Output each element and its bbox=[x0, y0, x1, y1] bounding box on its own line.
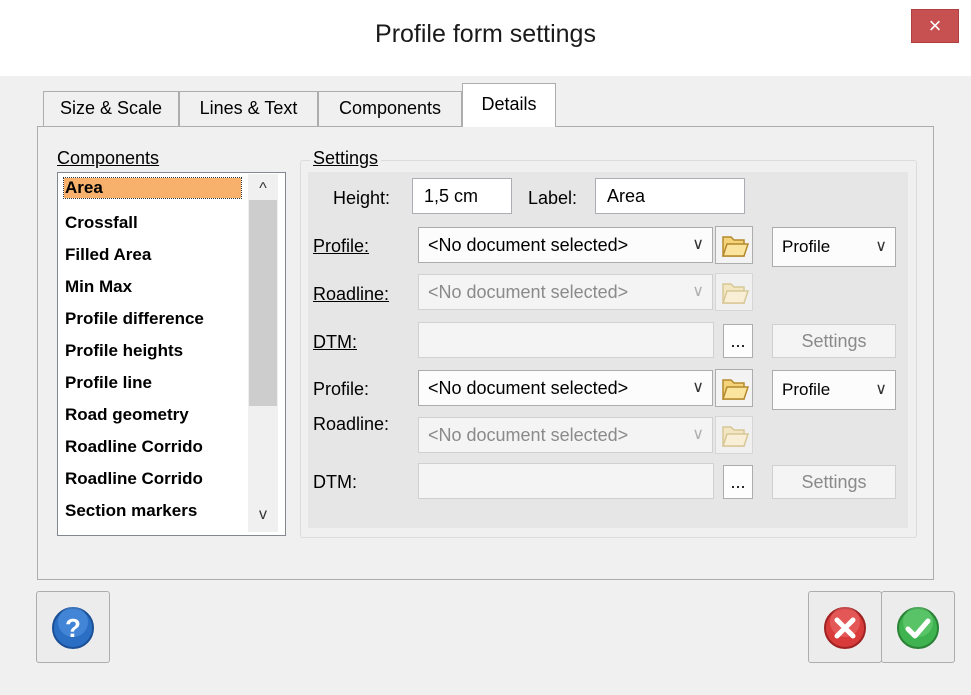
close-button[interactable]: × bbox=[911, 9, 959, 43]
dialog-window: Profile form settings × Size & Scale Lin… bbox=[0, 0, 971, 695]
profile-type-value: Profile bbox=[782, 380, 831, 399]
height-input[interactable]: 1,5 cm bbox=[412, 178, 512, 214]
roadline-label: Roadline: bbox=[313, 284, 389, 305]
scroll-up-icon[interactable]: ^ bbox=[250, 176, 276, 202]
dtm-input[interactable] bbox=[418, 322, 714, 358]
ok-button[interactable] bbox=[881, 591, 955, 663]
dtm-input-2[interactable] bbox=[418, 463, 714, 499]
list-item[interactable]: Profile heights bbox=[65, 341, 183, 361]
chevron-down-icon: ∨ bbox=[875, 238, 887, 255]
chevron-down-icon: ∨ bbox=[875, 381, 887, 398]
tab-size-scale[interactable]: Size & Scale bbox=[43, 91, 179, 126]
profile-browse-button-2[interactable] bbox=[715, 369, 753, 407]
dtm-browse-button-2[interactable]: ... bbox=[723, 465, 753, 499]
dtm-label-text: DTM: bbox=[313, 332, 357, 352]
list-item[interactable]: Road geometry bbox=[65, 405, 189, 425]
components-label: Components bbox=[57, 148, 160, 168]
tab-components[interactable]: Components bbox=[318, 91, 462, 126]
profile-label-text: Profile: bbox=[313, 236, 370, 256]
roadline-label-text: Roadline: bbox=[313, 284, 390, 304]
roadline-select-value: <No document selected> bbox=[428, 282, 629, 302]
chevron-down-icon: ∨ bbox=[692, 236, 704, 253]
chevron-down-icon: ∨ bbox=[692, 283, 704, 300]
profile-type-select-2[interactable]: Profile ∨ bbox=[772, 370, 896, 410]
list-item[interactable]: Roadline Corrido bbox=[65, 437, 203, 457]
list-item[interactable]: Area bbox=[63, 177, 242, 199]
roadline-select-value: <No document selected> bbox=[428, 425, 629, 445]
chevron-down-icon: ∨ bbox=[692, 426, 704, 443]
folder-icon bbox=[721, 283, 750, 304]
roadline-label-2: Roadline: bbox=[313, 414, 390, 434]
roadline-select[interactable]: <No document selected> ∨ bbox=[418, 274, 713, 310]
list-item[interactable]: Profile difference bbox=[65, 309, 204, 329]
window-title: Profile form settings bbox=[375, 20, 596, 48]
list-item[interactable]: Crossfall bbox=[65, 213, 138, 233]
dtm-label-2: DTM: bbox=[313, 472, 357, 492]
svg-text:?: ? bbox=[65, 613, 81, 643]
profile-label: Profile: bbox=[313, 236, 369, 257]
tab-lines-text[interactable]: Lines & Text bbox=[179, 91, 318, 126]
list-item[interactable]: Section markers bbox=[65, 501, 197, 521]
dtm-settings-button[interactable]: Settings bbox=[772, 324, 896, 358]
profile-select[interactable]: <No document selected> ∨ bbox=[418, 227, 713, 263]
ok-icon bbox=[897, 607, 939, 649]
cancel-button[interactable] bbox=[808, 591, 882, 663]
profile-select-value: <No document selected> bbox=[428, 378, 629, 398]
roadline-browse-button[interactable] bbox=[715, 273, 753, 311]
profile-select-2[interactable]: <No document selected> ∨ bbox=[418, 370, 713, 406]
list-item[interactable]: Roadline Corrido bbox=[65, 469, 203, 489]
chevron-down-icon: ∨ bbox=[692, 379, 704, 396]
profile-browse-button[interactable] bbox=[715, 226, 753, 264]
settings-label: Settings bbox=[310, 148, 382, 169]
profile-select-value: <No document selected> bbox=[428, 235, 629, 255]
folder-icon bbox=[721, 426, 750, 447]
folder-icon bbox=[721, 236, 750, 257]
tab-details[interactable]: Details bbox=[462, 83, 556, 127]
label-label: Label: bbox=[528, 188, 578, 208]
list-item[interactable]: Profile line bbox=[65, 373, 152, 393]
height-label: Height: bbox=[333, 188, 391, 208]
folder-icon bbox=[721, 379, 750, 400]
roadline-browse-button-2[interactable] bbox=[715, 416, 753, 454]
help-icon: ? bbox=[52, 607, 94, 649]
scrollbar-thumb[interactable] bbox=[249, 200, 277, 406]
profile-type-value: Profile bbox=[782, 237, 831, 256]
dtm-settings-button-2[interactable]: Settings bbox=[772, 465, 896, 499]
cancel-icon bbox=[824, 607, 866, 649]
help-button[interactable]: ? bbox=[36, 591, 110, 663]
dtm-browse-button[interactable]: ... bbox=[723, 324, 753, 358]
scroll-down-icon[interactable]: v bbox=[250, 502, 276, 528]
list-item[interactable]: Filled Area bbox=[65, 245, 151, 265]
dtm-label: DTM: bbox=[313, 332, 357, 353]
label-input[interactable]: Area bbox=[595, 178, 745, 214]
title-bar: Profile form settings × bbox=[0, 0, 971, 76]
list-item[interactable]: Min Max bbox=[65, 277, 132, 297]
profile-label-2: Profile: bbox=[313, 379, 370, 399]
roadline-select-2[interactable]: <No document selected> ∨ bbox=[418, 417, 713, 453]
profile-type-select[interactable]: Profile ∨ bbox=[772, 227, 896, 267]
